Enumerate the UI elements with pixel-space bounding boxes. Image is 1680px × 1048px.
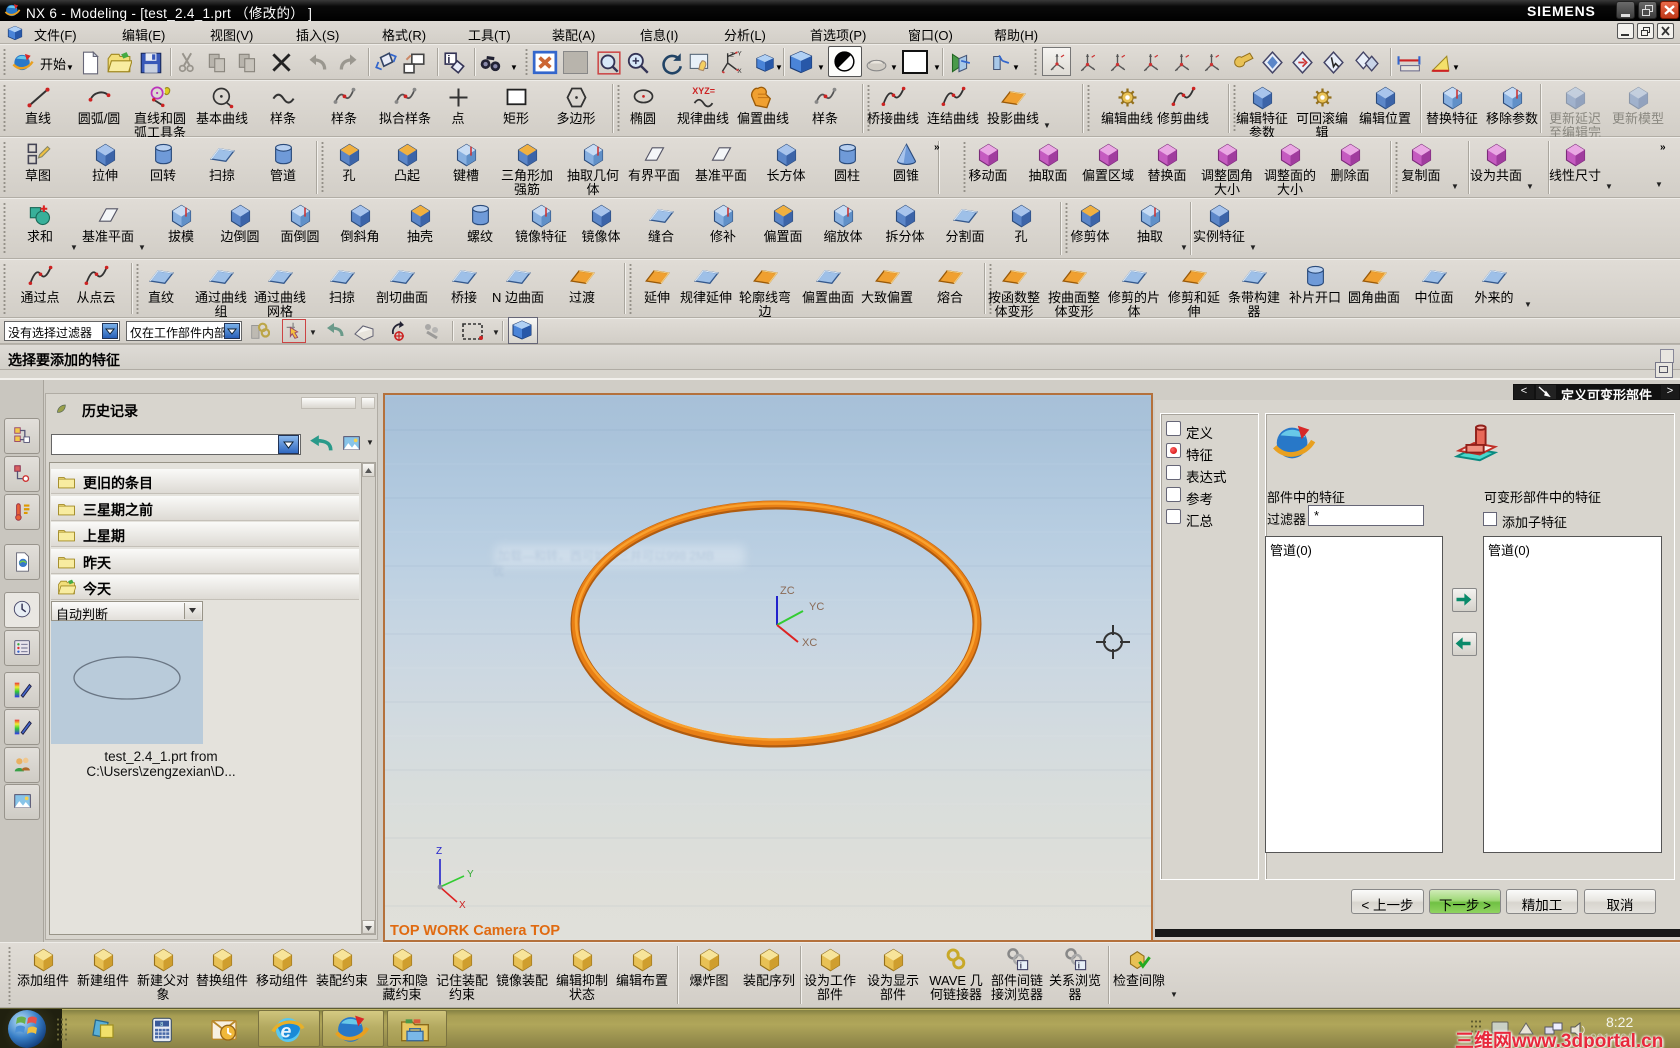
svg-text:X: X <box>737 68 742 75</box>
svg-text:Z: Z <box>436 846 442 857</box>
svg-text:YC: YC <box>809 601 824 613</box>
svg-text:ZC: ZC <box>780 585 795 597</box>
svg-text:Z: Z <box>730 52 734 59</box>
svg-text:Y: Y <box>467 869 474 880</box>
svg-text:Y: Y <box>737 50 742 57</box>
svg-text:X: X <box>459 900 466 911</box>
svg-text:XC: XC <box>802 637 817 649</box>
svg-text:8: 8 <box>160 1022 163 1028</box>
